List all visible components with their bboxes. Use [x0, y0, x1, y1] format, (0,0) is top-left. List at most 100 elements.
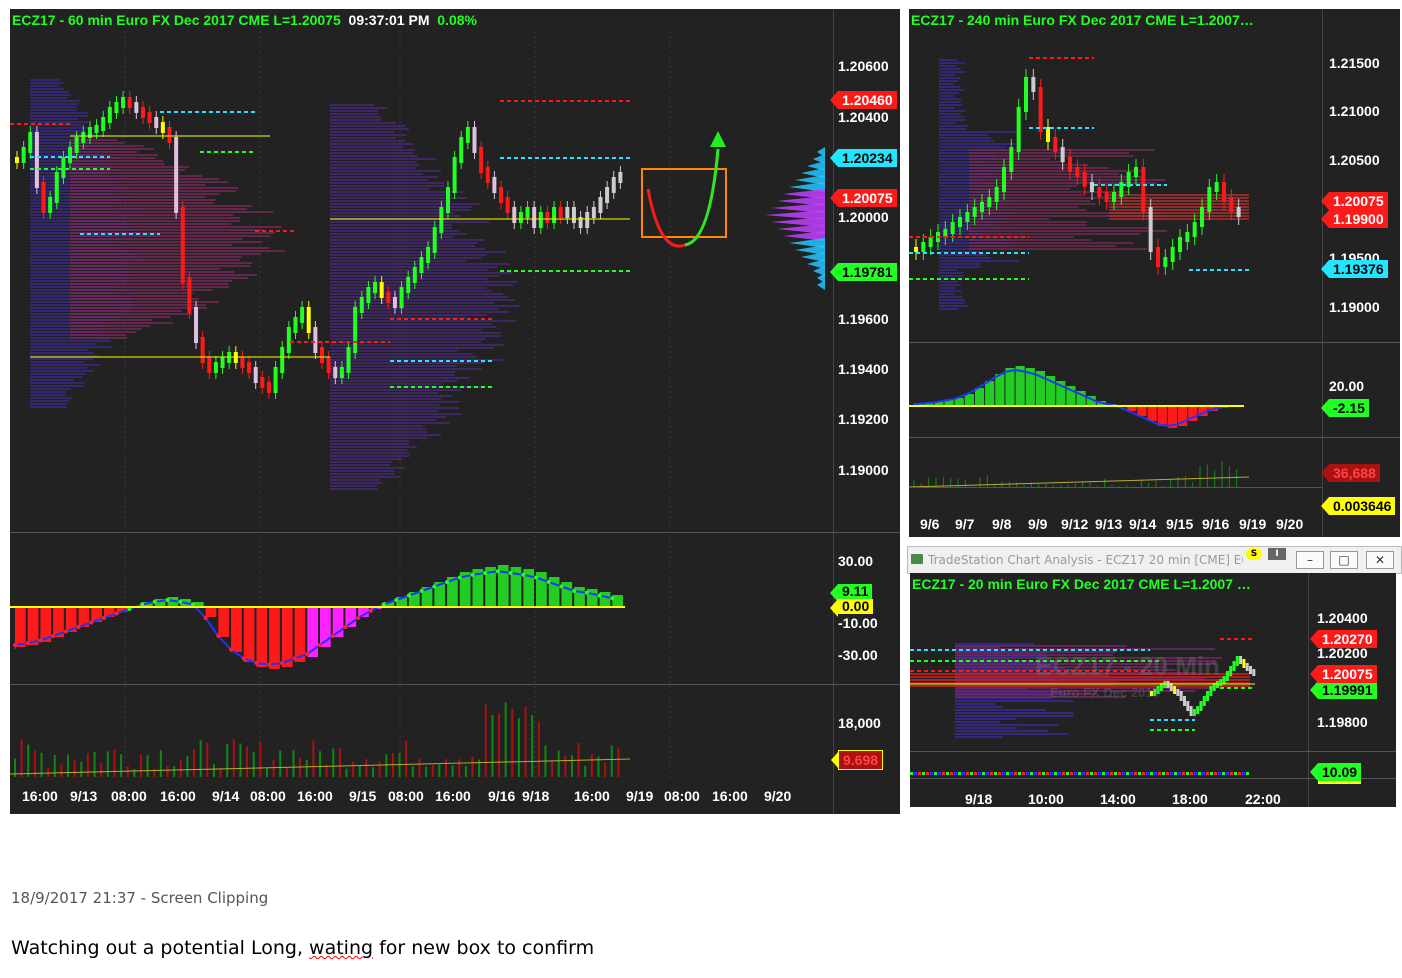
candle-body: [1009, 147, 1014, 172]
osc-dot: [394, 598, 399, 602]
volume-profile-bar: [70, 220, 240, 222]
volume-profile-bar: [70, 178, 220, 180]
main-price-tag-last: 1.20075: [830, 189, 897, 207]
volume-profile-bar: [969, 200, 1090, 202]
osc-dot: [229, 647, 234, 652]
volume-profile-bar: [939, 95, 955, 97]
main-price-label: 1.19600: [838, 311, 889, 327]
candle-body: [213, 362, 218, 373]
volume-profile-bar: [70, 271, 235, 273]
osc-dot: [1118, 772, 1121, 775]
osc-dot: [982, 772, 985, 775]
candle-body: [114, 102, 119, 113]
volume-profile-bar: [1109, 203, 1249, 205]
volume-profile-bar: [70, 205, 253, 207]
volume-profile-bar: [939, 71, 966, 73]
volume-profile-bar: [939, 293, 955, 295]
osc-dot: [318, 643, 322, 647]
volume-profile-bar: [330, 269, 489, 271]
volume-profile-bar: [70, 166, 189, 168]
candle-body: [326, 357, 331, 373]
main-vol-divider: [10, 684, 900, 685]
volume-profile-bar: [70, 265, 251, 267]
volume-profile-bar: [939, 128, 966, 130]
link-i-button[interactable]: I: [1268, 548, 1286, 560]
volume-profile-bar: [330, 221, 490, 223]
candle-body: [247, 362, 252, 373]
osc-dot: [1234, 772, 1237, 775]
candle-body: [1082, 172, 1087, 187]
volume-profile-bar: [30, 121, 89, 123]
candle-body: [1229, 197, 1234, 212]
chart-20min[interactable]: ECZ17 - 20 min Euro FX Dec 2017 CME L=1.…: [910, 573, 1396, 807]
maximize-button[interactable]: □: [1330, 551, 1358, 569]
volume-profile-bar: [939, 302, 965, 304]
chart-240min[interactable]: ECZ17 - 240 min Euro FX Dec 2017 CME L=1…: [909, 9, 1400, 537]
volume-profile-bar: [939, 131, 1017, 133]
osc-dot: [279, 661, 284, 665]
volume-profile-bar: [939, 107, 955, 109]
volume-profile-bar: [70, 214, 234, 216]
candle-body: [1016, 107, 1021, 152]
candle-body: [419, 257, 424, 273]
volume-profile-bar: [969, 221, 1087, 223]
volume-profile-bar: [330, 281, 518, 283]
volume-profile-bar: [30, 97, 67, 99]
candle-body: [1186, 701, 1190, 711]
main-chart-60min[interactable]: ECZ17 - 60 min Euro FX Dec 2017 CME L=1.…: [10, 9, 900, 814]
chart-20-window-titlebar[interactable]: TradeStation Chart Analysis - ECZ17 20 m…: [907, 546, 1402, 574]
candle-body: [353, 307, 358, 353]
osc-dot: [114, 611, 119, 616]
osc-dot: [950, 772, 953, 775]
candle-body: [1176, 689, 1180, 696]
osc-dot: [165, 598, 170, 602]
volume-profile-bar: [330, 356, 477, 358]
volume-profile-bar: [330, 107, 388, 109]
main-chart-canvas: [10, 31, 825, 779]
volume-profile-bar: [330, 425, 423, 427]
osc-bar: [612, 595, 623, 607]
volume-profile-bar: [330, 284, 513, 286]
volume-profile-bar: [70, 196, 206, 198]
volume-profile-bar: [330, 134, 406, 136]
osc-dot: [1054, 772, 1057, 775]
osc-bar: [27, 607, 39, 645]
minimize-button[interactable]: –: [1296, 551, 1324, 569]
candle-body: [1185, 232, 1190, 242]
candle-body: [54, 172, 59, 203]
volume-profile-bar: [969, 239, 1091, 241]
osc-dot: [470, 572, 475, 577]
candle-body: [187, 277, 192, 313]
volume-profile-bar: [70, 337, 128, 339]
volume-profile-bar: [70, 226, 282, 228]
osc-dot: [1110, 772, 1113, 775]
candle-body: [472, 127, 477, 153]
osc-dot: [938, 772, 941, 775]
close-button[interactable]: ✕: [1366, 551, 1394, 569]
osc-bar: [995, 374, 1005, 406]
candle-body: [339, 367, 344, 378]
osc-dot: [1194, 772, 1197, 775]
time-axis-label: 08:00: [388, 788, 424, 804]
volume-profile-bar: [70, 316, 171, 318]
volume-profile-bar: [30, 346, 113, 348]
volume-profile-bar: [30, 382, 84, 384]
volume-profile-bar: [330, 443, 410, 445]
volume-profile-bar: [330, 464, 391, 466]
candle-body: [107, 107, 112, 123]
osc-dot: [1122, 772, 1125, 775]
symbol-link-s-button[interactable]: S: [1246, 548, 1262, 560]
volume-profile-bar: [330, 125, 406, 127]
volume-profile-bar: [70, 175, 202, 177]
osc-dot: [1134, 772, 1137, 775]
candle-body: [1189, 706, 1193, 716]
osc-dot: [966, 772, 969, 775]
osc-dot: [495, 569, 500, 574]
volume-profile-bar: [330, 113, 378, 115]
volume-profile-bar: [70, 163, 165, 165]
candle-body: [180, 207, 185, 283]
chart-240-price-label: 1.21500: [1329, 55, 1380, 71]
volume-profile-bar: [330, 362, 484, 364]
volume-profile-bar: [330, 161, 417, 163]
volume-profile-bar: [330, 437, 428, 439]
